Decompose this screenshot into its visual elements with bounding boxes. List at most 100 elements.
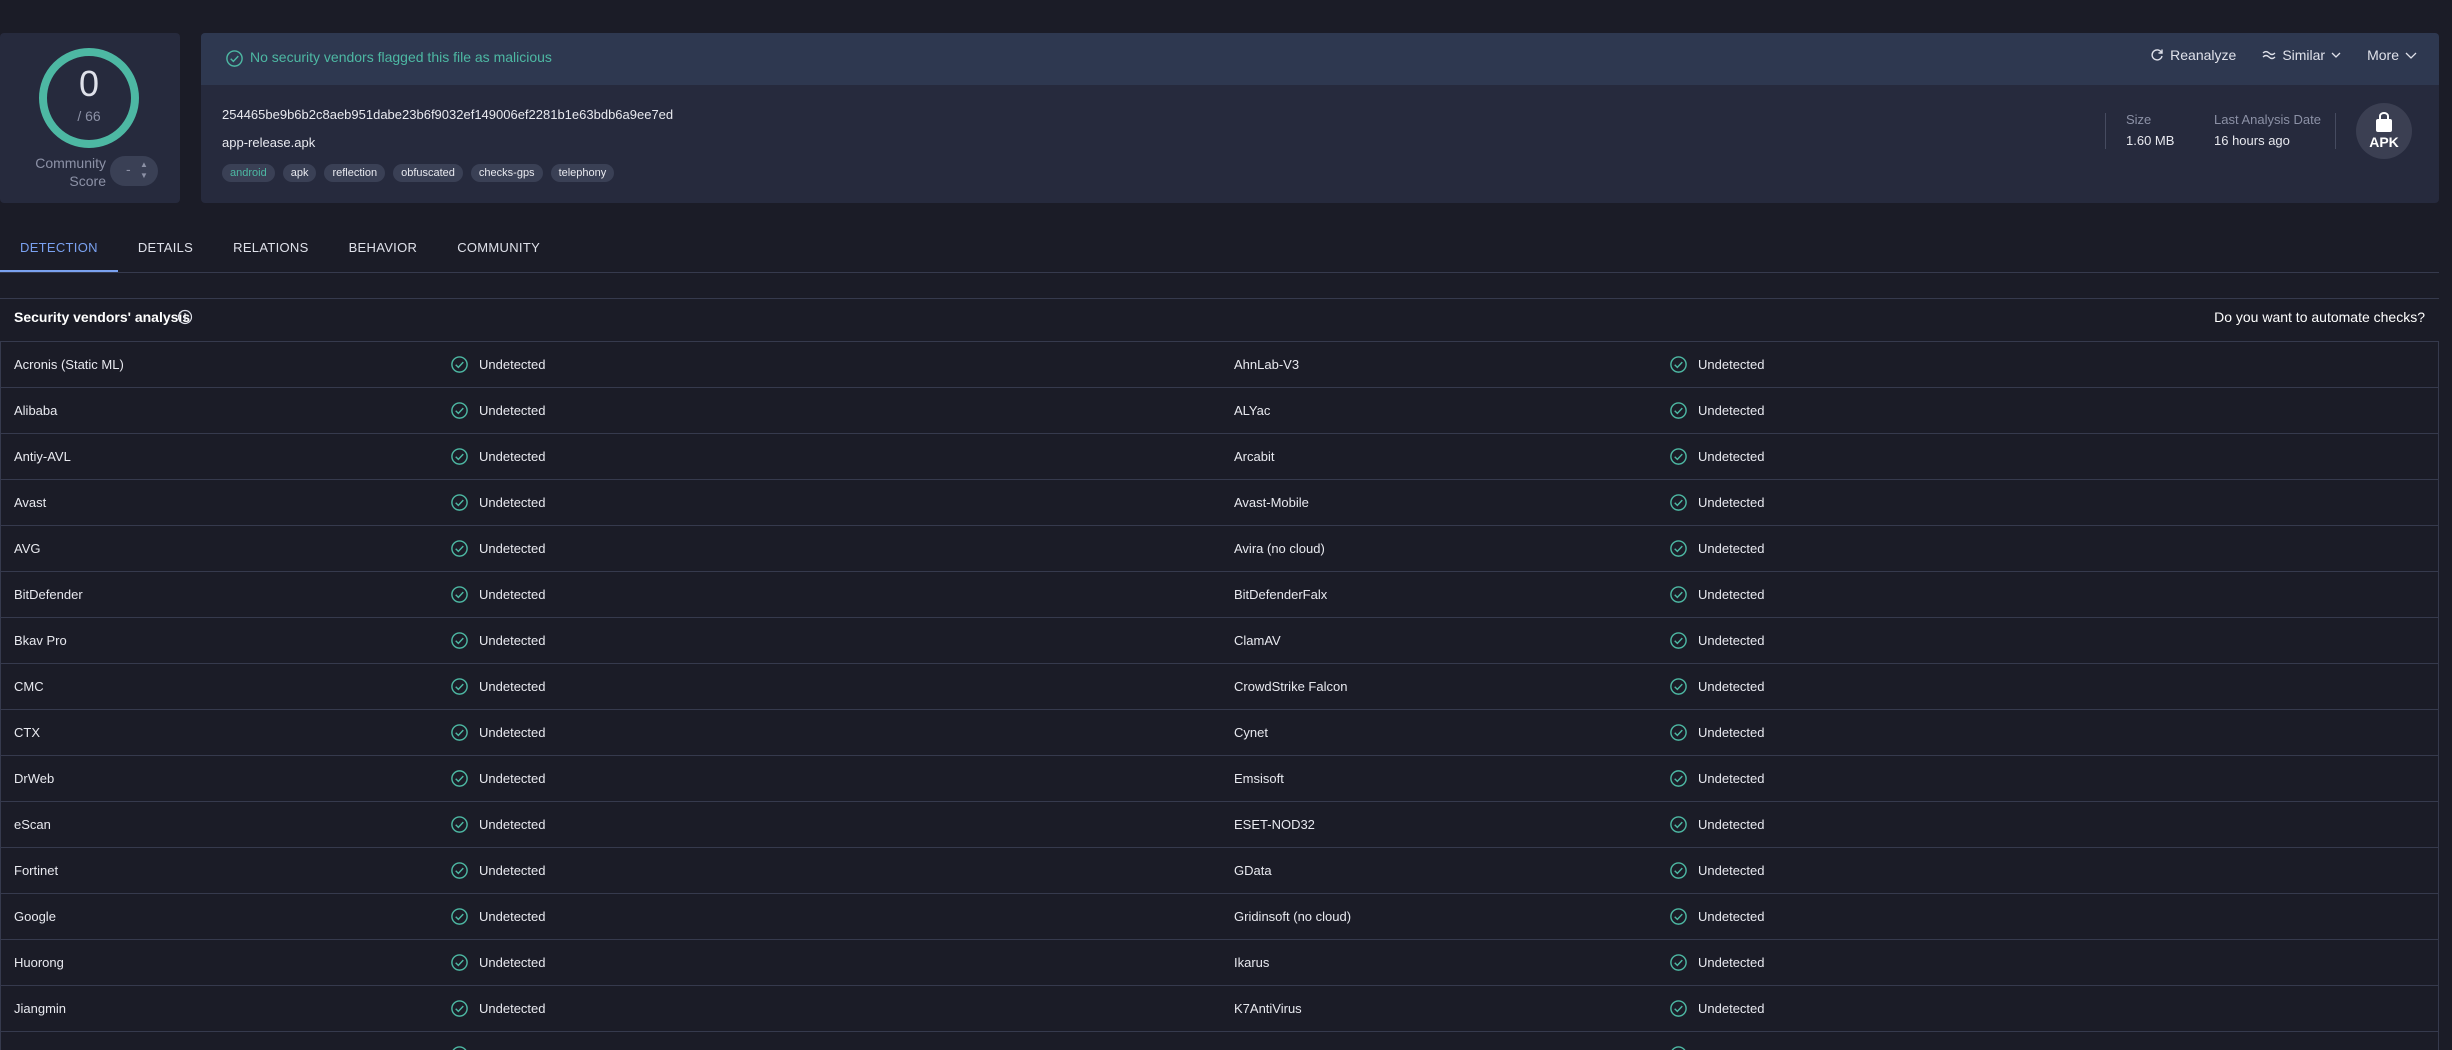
vendor-name[interactable]: Arcabit: [1234, 449, 1274, 464]
vendor-name[interactable]: BitDefender: [14, 587, 83, 602]
vendor-name[interactable]: Huorong: [14, 955, 64, 970]
tab-behavior[interactable]: BEHAVIOR: [329, 226, 438, 272]
vendor-name[interactable]: eScan: [14, 817, 51, 832]
community-score-votes[interactable]: - ▲ ▼: [110, 156, 158, 186]
vendor-name[interactable]: Gridinsoft (no cloud): [1234, 909, 1351, 924]
section-title: Security vendors' analysis: [14, 309, 191, 325]
detection-status: Undetected: [479, 771, 546, 786]
vendor-name[interactable]: Cynet: [1234, 725, 1268, 740]
detection-status: Undetected: [1698, 725, 1765, 740]
check-circle-icon: [1670, 770, 1687, 787]
vendor-name[interactable]: BitDefenderFalx: [1234, 587, 1327, 602]
check-circle-icon: [1670, 816, 1687, 833]
check-circle-icon: [1670, 540, 1687, 557]
vendor-name[interactable]: AhnLab-V3: [1234, 357, 1299, 372]
vendor-name[interactable]: Acronis (Static ML): [14, 357, 124, 372]
tag[interactable]: android: [222, 164, 275, 182]
check-circle-icon: [451, 494, 468, 511]
community-score-label: Community Score: [35, 155, 106, 189]
table-row: [1, 1032, 2438, 1050]
check-circle-icon: [1670, 632, 1687, 649]
check-circle-icon: [1670, 724, 1687, 741]
vendor-name[interactable]: ClamAV: [1234, 633, 1281, 648]
detection-status: Undetected: [1698, 403, 1765, 418]
table-row: AVG Undetected Avira (no cloud) Undetected: [1, 526, 2438, 572]
check-circle-icon: [451, 908, 468, 925]
vendor-name[interactable]: Avast-Mobile: [1234, 495, 1309, 510]
vendor-name[interactable]: Jiangmin: [14, 1001, 66, 1016]
detection-status: Undetected: [479, 495, 546, 510]
size-label: Size: [2126, 112, 2152, 127]
table-row: DrWeb Undetected Emsisoft Undetected: [1, 756, 2438, 802]
check-circle-icon: [451, 540, 468, 557]
check-circle-icon: [451, 448, 468, 465]
vendor-name[interactable]: Ikarus: [1234, 955, 1269, 970]
vendor-name[interactable]: Emsisoft: [1234, 771, 1284, 786]
vendor-name[interactable]: CTX: [14, 725, 40, 740]
last-analysis-value: 16 hours ago: [2214, 133, 2290, 148]
detection-status: Undetected: [479, 863, 546, 878]
check-circle-icon: [451, 954, 468, 971]
check-circle-icon: [451, 862, 468, 879]
check-circle-icon: [1670, 954, 1687, 971]
reanalyze-button[interactable]: Reanalyze: [2150, 47, 2236, 63]
vendor-name[interactable]: Google: [14, 909, 56, 924]
vendor-name[interactable]: Bkav Pro: [14, 633, 67, 648]
table-row: CTX Undetected Cynet Undetected: [1, 710, 2438, 756]
detection-status: Undetected: [479, 587, 546, 602]
size-value: 1.60 MB: [2126, 133, 2175, 148]
verdict-banner: No security vendors flagged this file as…: [201, 33, 2439, 85]
check-circle-icon: [226, 50, 243, 67]
detection-status: Undetected: [479, 449, 546, 464]
more-label: More: [2367, 47, 2399, 63]
vendor-name[interactable]: Avast: [14, 495, 46, 510]
tag[interactable]: apk: [282, 164, 317, 182]
more-button[interactable]: More: [2367, 47, 2417, 63]
table-row: Alibaba Undetected ALYac Undetected: [1, 388, 2438, 434]
vendors-table: Acronis (Static ML) Undetected AhnLab-V3 Un…: [0, 341, 2439, 1050]
vendor-name[interactable]: DrWeb: [14, 771, 54, 786]
check-circle-icon: [1670, 448, 1687, 465]
check-circle-icon: [1670, 908, 1687, 925]
vote-up-icon[interactable]: ▲: [140, 160, 148, 169]
vendor-name[interactable]: Alibaba: [14, 403, 57, 418]
check-circle-icon: [1670, 356, 1687, 373]
table-row: Jiangmin Undetected K7AntiVirus Undetected: [1, 986, 2438, 1032]
detection-status: Undetected: [1698, 495, 1765, 510]
check-circle-icon: [1670, 1000, 1687, 1017]
vendor-name[interactable]: K7AntiVirus: [1234, 1001, 1302, 1016]
vendor-name[interactable]: ESET-NOD32: [1234, 817, 1315, 832]
vendor-name[interactable]: Fortinet: [14, 863, 58, 878]
detection-status: Undetected: [1698, 955, 1765, 970]
info-icon[interactable]: [177, 309, 193, 325]
tag[interactable]: checks-gps: [470, 164, 543, 182]
vendor-name[interactable]: ALYac: [1234, 403, 1270, 418]
vendor-name[interactable]: AVG: [14, 541, 41, 556]
tag[interactable]: reflection: [324, 164, 386, 182]
file-hash[interactable]: 254465be9b6b2c8aeb951dabe23b6f9032ef1490…: [222, 107, 673, 122]
vendor-name[interactable]: Avira (no cloud): [1234, 541, 1325, 556]
detection-status: Undetected: [479, 817, 546, 832]
tag[interactable]: telephony: [550, 164, 615, 182]
tab-detection[interactable]: DETECTION: [0, 226, 118, 272]
detection-status: Undetected: [479, 633, 546, 648]
detection-status: Undetected: [479, 403, 546, 418]
vendor-name[interactable]: CrowdStrike Falcon: [1234, 679, 1347, 694]
similar-button[interactable]: Similar: [2262, 47, 2341, 63]
vendor-name[interactable]: Antiy-AVL: [14, 449, 71, 464]
check-circle-icon: [452, 1046, 467, 1050]
detection-status: Undetected: [479, 1001, 546, 1016]
tag[interactable]: obfuscated: [393, 164, 463, 182]
check-circle-icon: [451, 402, 468, 419]
check-circle-icon: [451, 1000, 468, 1017]
vote-down-icon[interactable]: ▼: [140, 171, 148, 180]
tab-community[interactable]: COMMUNITY: [437, 226, 560, 272]
tab-relations[interactable]: RELATIONS: [213, 226, 328, 272]
vendor-name[interactable]: CMC: [14, 679, 44, 694]
vendor-name[interactable]: GData: [1234, 863, 1272, 878]
refresh-icon: [2151, 49, 2163, 61]
tab-details[interactable]: DETAILS: [118, 226, 213, 272]
tag-list: android apk reflection obfuscated checks…: [222, 164, 622, 182]
detection-status: Undetected: [1698, 587, 1765, 602]
automate-checks-link[interactable]: Do you want to automate checks?: [2214, 309, 2425, 325]
